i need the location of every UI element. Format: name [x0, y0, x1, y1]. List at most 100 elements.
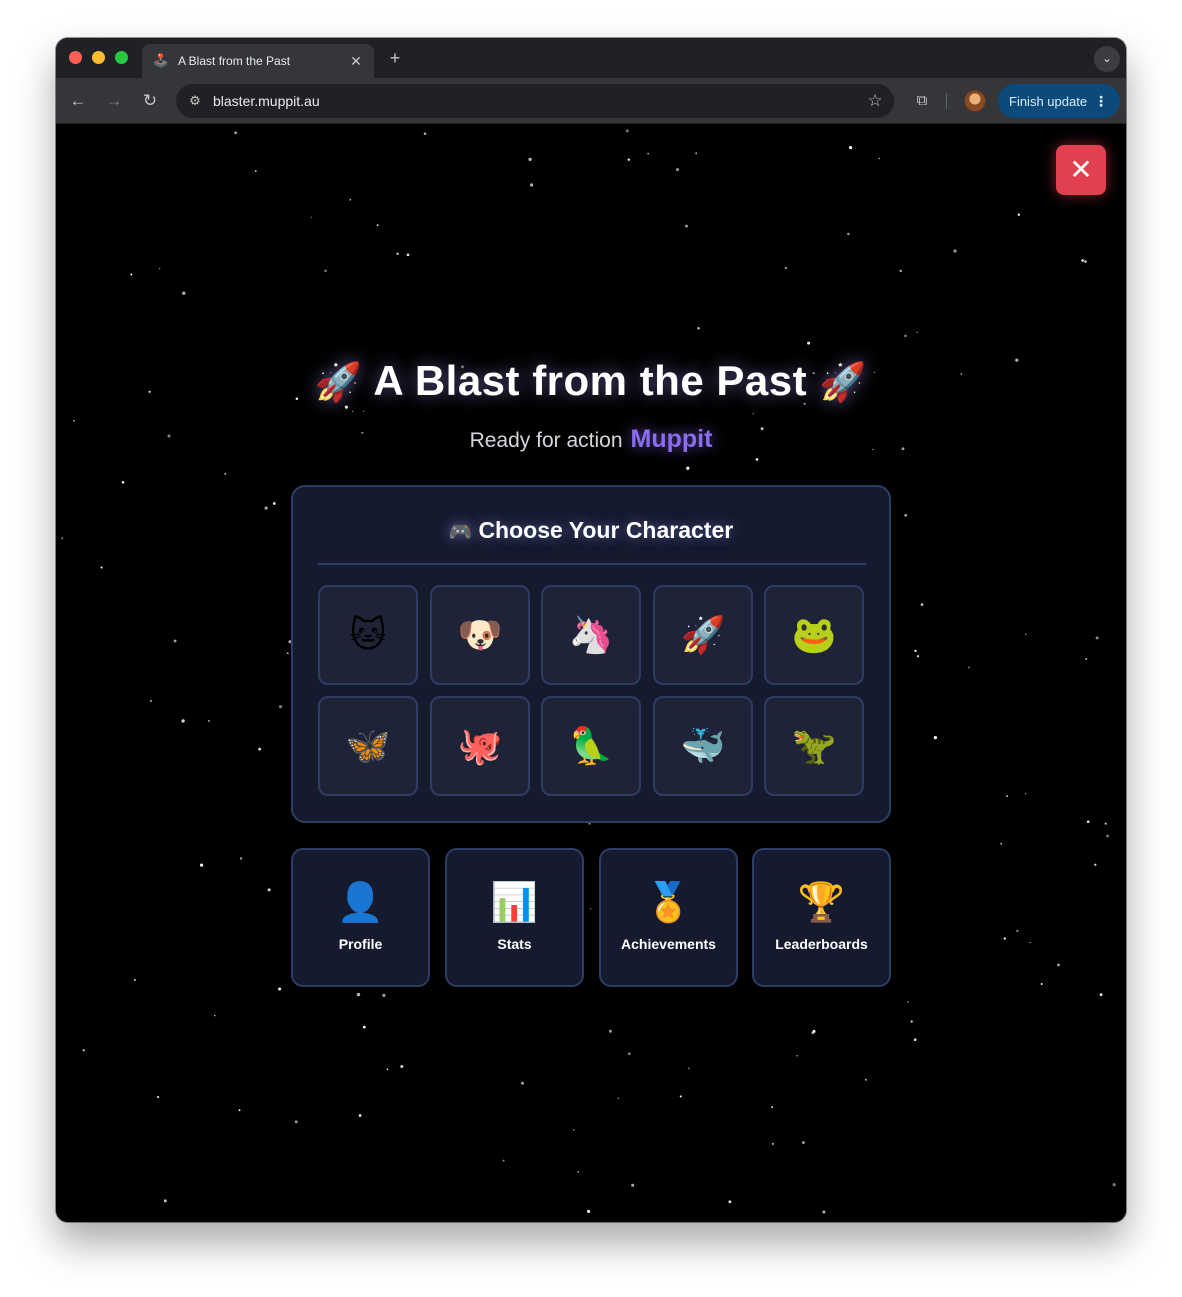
- star-dot: [382, 993, 386, 998]
- star-dot: [529, 183, 534, 187]
- game-title: 🚀 A Blast from the Past 🚀: [56, 357, 1126, 405]
- star-dot: [267, 888, 271, 892]
- tab-close-icon[interactable]: ✕: [348, 53, 364, 70]
- active-tab[interactable]: 🕹️ A Blast from the Past ✕: [142, 44, 374, 78]
- star-dot: [121, 481, 125, 484]
- star-dot: [801, 1141, 805, 1145]
- star-dot: [224, 472, 227, 475]
- character-option-cat[interactable]: 🐱: [318, 585, 418, 685]
- star-dot: [396, 252, 399, 255]
- bookmark-star-icon[interactable]: ☆: [860, 91, 890, 111]
- character-option-parrot[interactable]: 🦜: [541, 696, 641, 796]
- extensions-puzzle-icon[interactable]: ⧉: [910, 89, 934, 113]
- star-dot: [1025, 793, 1027, 795]
- character-option-rocket[interactable]: 🚀: [653, 585, 753, 685]
- game-title-text: A Blast from the Past: [373, 357, 808, 404]
- star-dot: [1106, 834, 1109, 838]
- star-dot: [200, 863, 204, 867]
- star-dot: [916, 331, 918, 334]
- character-option-whale[interactable]: 🐳: [653, 696, 753, 796]
- star-dot: [1000, 842, 1003, 845]
- star-dot: [933, 735, 938, 740]
- site-info-icon[interactable]: ⚙: [184, 90, 206, 112]
- character-option-unicorn[interactable]: 🦄: [541, 585, 641, 685]
- rocket-icon: 🚀: [314, 362, 363, 404]
- main-menu: 👤 Profile 📊 Stats 🏅 Achievements 🏆 Leade…: [291, 848, 891, 988]
- stats-label: Stats: [497, 936, 532, 952]
- forward-arrow-icon[interactable]: →: [102, 89, 126, 113]
- star-dot: [1086, 820, 1090, 824]
- star-dot: [502, 1159, 505, 1162]
- star-dot: [587, 1209, 591, 1213]
- star-dot: [625, 129, 629, 133]
- leaderboards-label: Leaderboards: [775, 936, 868, 952]
- star-dot: [239, 857, 243, 860]
- character-panel-title: 🎮 Choose Your Character: [293, 517, 889, 544]
- star-dot: [349, 198, 352, 201]
- star-dot: [904, 334, 907, 338]
- leaderboards-button[interactable]: 🏆 Leaderboards: [752, 848, 891, 987]
- star-dot: [968, 666, 971, 669]
- reload-icon[interactable]: ↻: [138, 89, 162, 113]
- star-dot: [1095, 636, 1099, 640]
- maximize-window-button[interactable]: [115, 51, 128, 64]
- new-tab-plus-icon[interactable]: +: [384, 47, 406, 69]
- star-dot: [1029, 941, 1031, 944]
- star-dot: [181, 719, 185, 723]
- star-dot: [1016, 929, 1019, 933]
- star-dot: [807, 341, 811, 345]
- star-dot: [286, 652, 289, 655]
- profile-avatar[interactable]: [964, 90, 986, 112]
- close-window-button[interactable]: [69, 51, 82, 64]
- star-dot: [352, 410, 354, 413]
- minimize-window-button[interactable]: [92, 51, 105, 64]
- star-dot: [752, 412, 755, 415]
- star-dot: [207, 719, 210, 722]
- star-dot: [1017, 213, 1020, 216]
- star-dot: [784, 266, 788, 270]
- star-dot: [920, 603, 924, 606]
- star-dot: [254, 170, 257, 172]
- star-dot: [272, 502, 276, 505]
- bar-chart-icon: 📊: [490, 882, 539, 924]
- star-dot: [627, 158, 631, 161]
- star-dot: [528, 157, 532, 162]
- star-dot: [163, 1199, 167, 1203]
- star-dot: [675, 167, 680, 172]
- star-dot: [608, 1029, 612, 1033]
- character-panel-title-text: Choose Your Character: [478, 517, 734, 543]
- star-dot: [573, 1129, 575, 1131]
- character-option-trex[interactable]: 🦖: [764, 696, 864, 796]
- star-dot: [1084, 260, 1087, 263]
- star-dot: [238, 1109, 241, 1112]
- rocket-icon: 🚀: [819, 362, 868, 404]
- star-dot: [679, 1095, 682, 1098]
- profile-label: Profile: [338, 936, 383, 952]
- address-bar[interactable]: ⚙ blaster.muppit.au ☆: [176, 84, 894, 118]
- profile-button[interactable]: 👤 Profile: [291, 848, 430, 987]
- toolbar-divider: [946, 93, 947, 109]
- back-arrow-icon[interactable]: ←: [66, 89, 90, 113]
- stats-button[interactable]: 📊 Stats: [445, 848, 584, 987]
- star-dot: [423, 132, 427, 135]
- star-dot: [617, 1097, 620, 1100]
- star-dot: [234, 131, 238, 135]
- star-dot: [356, 992, 361, 997]
- star-dot: [697, 327, 700, 330]
- character-option-butterfly[interactable]: 🦋: [318, 696, 418, 796]
- url-text[interactable]: blaster.muppit.au: [213, 93, 860, 109]
- star-dot: [916, 655, 920, 658]
- character-option-dog[interactable]: 🐶: [430, 585, 530, 685]
- character-option-octopus[interactable]: 🐙: [430, 696, 530, 796]
- tab-search-chevron-icon[interactable]: ⌄: [1094, 46, 1120, 72]
- finish-update-button[interactable]: Finish update ⋮: [998, 84, 1120, 118]
- star-dot: [577, 1170, 580, 1173]
- star-dot: [133, 978, 136, 981]
- character-option-frog[interactable]: 🐸: [764, 585, 864, 685]
- close-game-button[interactable]: ✕: [1056, 145, 1106, 195]
- star-dot: [647, 152, 650, 155]
- star-dot: [1104, 822, 1107, 825]
- achievements-button[interactable]: 🏅 Achievements: [599, 848, 738, 987]
- achievements-label: Achievements: [621, 936, 716, 952]
- star-dot: [61, 537, 64, 540]
